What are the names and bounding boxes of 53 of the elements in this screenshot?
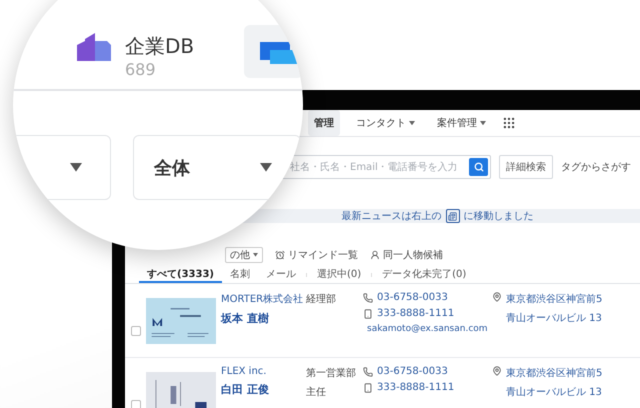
buildings-icon (77, 33, 111, 61)
mobile-phone-icon (363, 382, 373, 392)
company-link[interactable]: MORTER株式会社 (221, 292, 301, 306)
tag-search-link[interactable]: タグからさがす (561, 160, 631, 174)
address-text: 青山オーバルビル 13 (506, 386, 603, 399)
phone-icon (363, 366, 373, 376)
email-link[interactable]: sakamoto@ex.sansan.com (367, 324, 488, 334)
mobile-phone-icon (363, 308, 373, 318)
address-text: 東京都渋谷区神宮前5 (506, 292, 604, 306)
location-pin-icon (492, 366, 502, 376)
company-db-tab[interactable]: 企業DB 689 (77, 25, 194, 79)
more-dropdown[interactable]: の他 (225, 247, 263, 263)
contact-name[interactable]: 白田 正俊 (221, 382, 301, 397)
row-checkbox[interactable] (131, 326, 141, 336)
next-tab[interactable] (244, 25, 303, 78)
contact-name[interactable]: 坂本 直樹 (221, 311, 301, 326)
filter-tab[interactable]: メール (258, 267, 304, 283)
address-text: 青山オーバルビル 13 (506, 312, 603, 325)
toolbar-button[interactable]: 同一人物候補 (370, 248, 443, 262)
filter-tab[interactable]: すべて(3333) (139, 267, 222, 283)
caret-icon (70, 163, 82, 172)
notice-text: に移動しました (464, 210, 534, 223)
tab-count: 689 (125, 60, 157, 79)
tab-label: 企業DB (125, 33, 194, 60)
location-pin-icon (492, 292, 502, 302)
department-text: 主任 (306, 386, 327, 399)
advanced-search-button[interactable]: 詳細検索 (499, 155, 553, 179)
department-text: 第一営業部 (306, 366, 357, 380)
filter-tab[interactable]: 名刺 (222, 267, 258, 283)
nav-tab[interactable]: コンタクト (350, 110, 421, 136)
mobile-number[interactable]: 333-8888-1111 (377, 382, 454, 393)
search-icon (474, 162, 484, 172)
news-icon (446, 209, 460, 223)
phone-number[interactable]: 03-6758-0033 (377, 292, 448, 303)
address-text: 東京都渋谷区神宮前5 (506, 366, 604, 380)
phone-number[interactable]: 03-6758-0033 (377, 366, 448, 377)
nav-tab[interactable]: 管理 (308, 110, 340, 136)
app-grid-icon[interactable] (502, 116, 516, 130)
toolbar-button[interactable]: リマインド一覧 (275, 248, 358, 262)
caret-icon (253, 253, 258, 257)
filter-tab[interactable]: データ化未完了(0) (374, 267, 474, 283)
department-text: 経理部 (306, 292, 337, 306)
search-button[interactable] (469, 158, 488, 176)
mobile-number[interactable]: 333-8888-1111 (377, 308, 454, 319)
company-link[interactable]: FLEX inc. (221, 366, 301, 377)
person-icon (370, 250, 380, 260)
notice-text: 最新ニュースは右上の (342, 210, 442, 223)
alarm-clock-icon (275, 250, 285, 260)
phone-icon (363, 292, 373, 302)
filter-tab[interactable]: 選択中(0) (308, 267, 370, 283)
nav-tab[interactable]: 案件管理 (431, 110, 492, 136)
row-checkbox[interactable] (131, 400, 141, 408)
caret-icon (260, 163, 272, 172)
